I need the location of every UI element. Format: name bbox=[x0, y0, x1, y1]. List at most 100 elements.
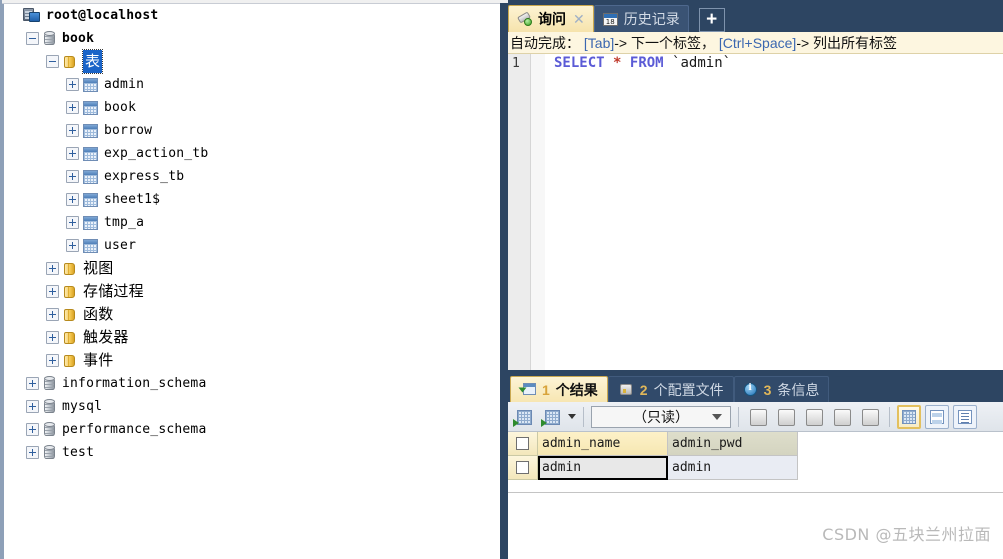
tree-node-label: sheet1$ bbox=[104, 192, 161, 207]
results-tab-list: 1 个结果 2 个配置文件 3 条信息 bbox=[510, 374, 830, 402]
tree-node-test[interactable]: test bbox=[2, 441, 500, 464]
table-icon bbox=[83, 192, 98, 207]
hint-key-ctrlspace: [Ctrl+Space] bbox=[718, 35, 797, 51]
table-cell[interactable]: admin bbox=[668, 456, 798, 480]
tree-node--[interactable]: 表 bbox=[2, 49, 500, 74]
expand-icon[interactable] bbox=[26, 423, 39, 436]
tree-node-information_schema[interactable]: information_schema bbox=[2, 372, 500, 395]
form-view-icon[interactable] bbox=[925, 404, 949, 429]
hint-key-tab: [Tab] bbox=[583, 35, 615, 51]
add-record-icon[interactable] bbox=[512, 405, 536, 429]
result-tab-2[interactable]: 3 条信息 bbox=[733, 376, 830, 402]
database-icon bbox=[43, 421, 56, 438]
tab-history[interactable]: 18 历史记录 bbox=[593, 5, 689, 32]
table-icon bbox=[83, 123, 98, 138]
text-view-icon[interactable] bbox=[953, 404, 977, 429]
tree-node-selected[interactable]: 表 bbox=[81, 49, 104, 74]
remove-row-icon[interactable] bbox=[858, 405, 882, 429]
tree-node--[interactable]: 视图 bbox=[2, 257, 500, 280]
profile-icon bbox=[618, 383, 634, 397]
result-tab-label: 个结果 bbox=[555, 381, 598, 398]
duplicate-row-icon[interactable] bbox=[774, 405, 798, 429]
table-cell[interactable]: admin bbox=[538, 456, 668, 480]
tab-query[interactable]: 询问 ✕ bbox=[508, 5, 594, 32]
expand-icon[interactable] bbox=[66, 101, 79, 114]
expand-icon[interactable] bbox=[46, 308, 59, 321]
tree-node--[interactable]: 存储过程 bbox=[2, 280, 500, 303]
sql-code-area[interactable]: SELECT * FROM `admin` bbox=[546, 54, 1003, 370]
tree-node-admin[interactable]: admin bbox=[2, 73, 500, 96]
expand-icon[interactable] bbox=[66, 216, 79, 229]
panel-splitter[interactable] bbox=[500, 0, 508, 559]
result-tab-count: 2 bbox=[639, 381, 648, 398]
table-row[interactable]: admin admin bbox=[508, 456, 1003, 480]
collapse-icon[interactable] bbox=[26, 32, 39, 45]
expand-icon[interactable] bbox=[66, 239, 79, 252]
select-all-checkbox[interactable] bbox=[508, 432, 538, 456]
insert-record-icon[interactable] bbox=[540, 405, 564, 429]
row-checkbox[interactable] bbox=[508, 456, 538, 480]
tree-scroll-area[interactable]: root@localhost book 表 admin book borrow exp_a… bbox=[2, 4, 500, 558]
expand-icon[interactable] bbox=[66, 124, 79, 137]
tree-toggle-root bbox=[6, 9, 19, 22]
tree-node-sheet1-[interactable]: sheet1$ bbox=[2, 188, 500, 211]
tree-node--[interactable]: 触发器 bbox=[2, 326, 500, 349]
sql-table-name: `admin` bbox=[672, 55, 732, 71]
editor-fold-column[interactable] bbox=[531, 54, 545, 370]
expand-icon[interactable] bbox=[66, 78, 79, 91]
result-data-grid[interactable]: admin_name admin_pwd admin admin bbox=[508, 432, 1003, 492]
toolbar-separator bbox=[738, 406, 739, 427]
tree-node-user[interactable]: user bbox=[2, 234, 500, 257]
tree-node-performance_schema[interactable]: performance_schema bbox=[2, 418, 500, 441]
tree-node-label: tmp_a bbox=[104, 215, 145, 230]
close-icon[interactable]: ✕ bbox=[573, 11, 585, 28]
result-tab-0[interactable]: 1 个结果 bbox=[510, 376, 608, 402]
tab-query-label: 询问 bbox=[538, 11, 566, 27]
sql-editor[interactable]: 1 SELECT * FROM `admin` bbox=[508, 54, 1003, 370]
tree-node-exp_action_tb[interactable]: exp_action_tb bbox=[2, 142, 500, 165]
readonly-select[interactable]: （只读） bbox=[591, 405, 731, 428]
tree-node-book[interactable]: book bbox=[2, 96, 500, 119]
collapse-icon[interactable] bbox=[46, 55, 59, 68]
new-tab-button[interactable]: + bbox=[698, 8, 725, 32]
expand-icon[interactable] bbox=[66, 193, 79, 206]
tree-node-borrow[interactable]: borrow bbox=[2, 119, 500, 142]
save-row-icon[interactable] bbox=[802, 405, 826, 429]
tree-node-book[interactable]: book bbox=[2, 27, 500, 50]
tree-node-mysql[interactable]: mysql bbox=[2, 395, 500, 418]
column-header[interactable]: admin_pwd bbox=[668, 432, 798, 456]
result-tab-1[interactable]: 2 个配置文件 bbox=[607, 376, 734, 402]
tab-history-label: 历史记录 bbox=[623, 11, 680, 27]
readonly-select-value: （只读） bbox=[633, 408, 689, 425]
expand-icon[interactable] bbox=[46, 262, 59, 275]
tree-node-label: root@localhost bbox=[46, 8, 159, 23]
chevron-down-icon[interactable] bbox=[568, 414, 576, 419]
expand-icon[interactable] bbox=[46, 331, 59, 344]
tree-node-tmp_a[interactable]: tmp_a bbox=[2, 211, 500, 234]
tree-node-express_tb[interactable]: express_tb bbox=[2, 165, 500, 188]
expand-icon[interactable] bbox=[26, 400, 39, 413]
expand-icon[interactable] bbox=[66, 147, 79, 160]
grid-view-icon[interactable] bbox=[897, 404, 921, 429]
info-icon bbox=[743, 382, 758, 397]
hint-text-2: -> 列出所有标签 bbox=[796, 35, 898, 51]
expand-icon[interactable] bbox=[46, 354, 59, 367]
expand-icon[interactable] bbox=[26, 446, 39, 459]
expand-icon[interactable] bbox=[66, 170, 79, 183]
column-header[interactable]: admin_name bbox=[538, 432, 668, 456]
expand-icon[interactable] bbox=[46, 285, 59, 298]
expand-icon[interactable] bbox=[26, 377, 39, 390]
tree-node--[interactable]: 事件 bbox=[2, 349, 500, 372]
delete-row-icon[interactable] bbox=[830, 405, 854, 429]
database-tree-panel: root@localhost book 表 admin book borrow exp_a… bbox=[0, 0, 500, 559]
add-row-icon[interactable] bbox=[746, 405, 770, 429]
editor-tabstrip: 询问 ✕ 18 历史记录 + bbox=[508, 0, 1003, 32]
navicat-window: root@localhost book 表 admin book borrow exp_a… bbox=[0, 0, 1003, 559]
tree-node--[interactable]: 函数 bbox=[2, 303, 500, 326]
folder-icon bbox=[63, 262, 77, 276]
table-icon bbox=[83, 238, 98, 253]
server-icon bbox=[23, 8, 40, 23]
toolbar-separator bbox=[889, 406, 890, 427]
tree-node-root[interactable]: root@localhost bbox=[2, 4, 500, 27]
folder-icon bbox=[63, 308, 77, 322]
